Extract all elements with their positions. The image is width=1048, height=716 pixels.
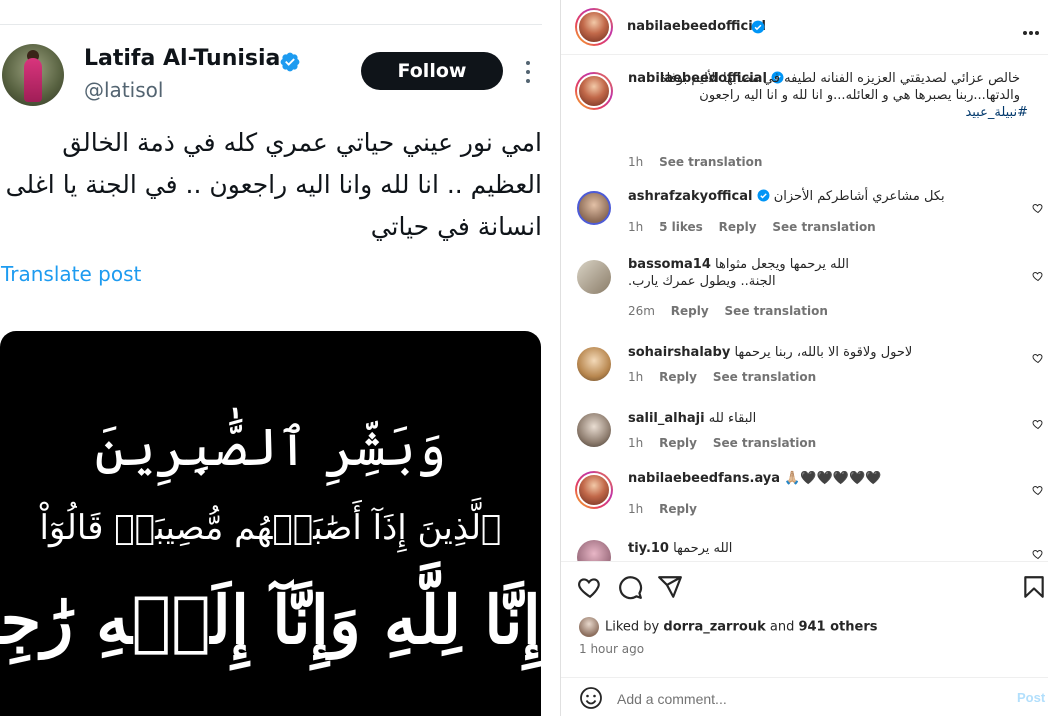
- caption-text: خالص عزائي لصديقتي العزيزه الفنانه لطيفه…: [659, 71, 1020, 103]
- comment-item: sohairshalaby لاحول ولاقوة الا بالله، رب…: [561, 344, 1048, 394]
- image-calligraphy-line-2: ٱلَّذِينَ إِذَآ أَصَٰبَتۡهُم مُّصِيبَةٞ …: [39, 508, 502, 548]
- post-caption: nabilaebeedofficial خالص عزائي لصديقتي ا…: [561, 70, 1048, 180]
- bookmark-icon[interactable]: [1021, 574, 1047, 600]
- author-name[interactable]: Latifa Al-Tunisia: [84, 46, 280, 71]
- comment-item: salil_alhaji البقاء لله 1h Reply See tra…: [561, 410, 1048, 460]
- verified-icon: [751, 20, 765, 34]
- comment-time[interactable]: 1h: [628, 220, 643, 234]
- heart-icon[interactable]: [1032, 202, 1044, 214]
- comment-icon[interactable]: [617, 574, 643, 600]
- post-author-username[interactable]: nabilaebeedofficial: [627, 19, 766, 34]
- commenter-avatar[interactable]: [575, 471, 613, 509]
- comment-item: bassoma14 الله يرحمها ويجعل مثواها الجنة…: [561, 256, 1048, 322]
- see-translation-link[interactable]: See translation: [659, 155, 762, 169]
- heart-icon[interactable]: [577, 574, 603, 600]
- emoji-icon[interactable]: [579, 686, 603, 710]
- comment-text: البقاء لله: [708, 411, 757, 426]
- liked-by-user[interactable]: dorra_zarrouk: [663, 620, 765, 635]
- reply-button[interactable]: Reply: [719, 220, 757, 234]
- post-actions: [561, 562, 1048, 612]
- comment-time[interactable]: 26m: [628, 304, 655, 318]
- caption-time[interactable]: 1h: [628, 155, 643, 169]
- see-translation-link[interactable]: See translation: [772, 220, 875, 234]
- post-comment-button[interactable]: Post: [1017, 690, 1045, 705]
- comment-text: الله يرحمها: [673, 541, 733, 556]
- comment-item: ashrafzakyoffical بكل مشاعري أشاطركم الأ…: [561, 188, 1048, 238]
- comment-username[interactable]: tiy.10: [628, 541, 669, 556]
- share-icon[interactable]: [657, 574, 683, 600]
- heart-icon[interactable]: [1032, 352, 1044, 364]
- heart-icon[interactable]: [1032, 548, 1044, 560]
- divider: [0, 24, 542, 25]
- comment-username[interactable]: sohairshalaby: [628, 345, 730, 360]
- comment-username[interactable]: bassoma14: [628, 257, 711, 272]
- instagram-panel: nabilaebeedofficial nabilaebeedofficial …: [560, 0, 1048, 716]
- comment-item: tiy.10 الله يرحمها: [561, 540, 1048, 561]
- caption-hashtag[interactable]: #نبيلة_عبيد: [628, 104, 1028, 121]
- comment-item: nabilaebeedfans.aya 🙏🏼🖤🖤🖤🖤🖤 1h Reply: [561, 470, 1048, 520]
- commenter-avatar[interactable]: [577, 260, 611, 294]
- comment-username[interactable]: nabilaebeedfans.aya: [628, 471, 780, 486]
- reply-button[interactable]: Reply: [659, 502, 697, 516]
- see-translation-link[interactable]: See translation: [725, 304, 828, 318]
- heart-icon[interactable]: [1032, 418, 1044, 430]
- liked-by-others[interactable]: 941 others: [798, 620, 877, 635]
- post-header: nabilaebeedofficial: [561, 0, 1048, 55]
- add-comment-bar: Post: [561, 677, 1048, 716]
- commenter-avatar[interactable]: [577, 413, 611, 447]
- follow-button[interactable]: Follow: [361, 52, 503, 90]
- image-calligraphy-line-1: وَبَشِّرِ ٱلصَّٰبِرِينَ: [94, 418, 447, 478]
- comment-text: لاحول ولاقوة الا بالله، ربنا يرحمها: [734, 345, 913, 360]
- post-timestamp[interactable]: 1 hour ago: [579, 642, 644, 656]
- image-calligraphy-line-3: إِنَّا لِلَّهِ وَإِنَّآ إِلَيۡهِ رَٰجِعُ…: [0, 581, 541, 659]
- verified-icon: [757, 189, 770, 202]
- liked-by-and: and: [769, 619, 795, 635]
- more-icon[interactable]: [519, 58, 537, 84]
- translate-post-link[interactable]: Translate post: [1, 262, 141, 286]
- commenter-avatar[interactable]: [577, 540, 611, 561]
- comment-time[interactable]: 1h: [628, 370, 643, 384]
- author-avatar[interactable]: [575, 8, 613, 46]
- author-handle[interactable]: @latisol: [84, 78, 163, 102]
- commenter-avatar[interactable]: [577, 347, 611, 381]
- tweet-text: امي نور عيني حياتي عمري كله في ذمة الخال…: [5, 128, 542, 241]
- reply-button[interactable]: Reply: [659, 436, 697, 450]
- reply-button[interactable]: Reply: [659, 370, 697, 384]
- add-comment-input[interactable]: [617, 688, 997, 710]
- comment-time[interactable]: 1h: [628, 502, 643, 516]
- comment-likes[interactable]: 5 likes: [659, 220, 703, 234]
- liked-by-prefix: Liked by: [605, 619, 660, 635]
- tweet-image[interactable]: وَبَشِّرِ ٱلصَّٰبِرِينَ ٱلَّذِينَ إِذَآ …: [0, 331, 541, 716]
- comment-username[interactable]: ashrafzakyoffical: [628, 189, 752, 204]
- comment-username[interactable]: salil_alhaji: [628, 411, 705, 426]
- comment-text: بكل مشاعري أشاطركم الأحزان: [773, 189, 945, 204]
- comment-text: 🙏🏼🖤🖤🖤🖤🖤: [784, 471, 882, 486]
- reply-button[interactable]: Reply: [671, 304, 709, 318]
- more-options-icon[interactable]: [1023, 20, 1043, 36]
- see-translation-link[interactable]: See translation: [713, 370, 816, 384]
- liked-by-row: Liked by dorra_zarrouk and 941 others: [579, 617, 1039, 639]
- tweet-panel: Latifa Al-Tunisia @latisol Follow امي نو…: [0, 0, 560, 716]
- commenter-avatar[interactable]: [577, 191, 611, 225]
- comment-time[interactable]: 1h: [628, 436, 643, 450]
- author-avatar[interactable]: [2, 44, 64, 106]
- liker-avatar[interactable]: [579, 617, 599, 637]
- caption-avatar[interactable]: [575, 72, 613, 110]
- comments-list[interactable]: nabilaebeedofficial خالص عزائي لصديقتي ا…: [561, 56, 1048, 561]
- heart-icon[interactable]: [1032, 484, 1044, 496]
- verified-icon: [280, 52, 300, 72]
- see-translation-link[interactable]: See translation: [713, 436, 816, 450]
- heart-icon[interactable]: [1032, 270, 1044, 282]
